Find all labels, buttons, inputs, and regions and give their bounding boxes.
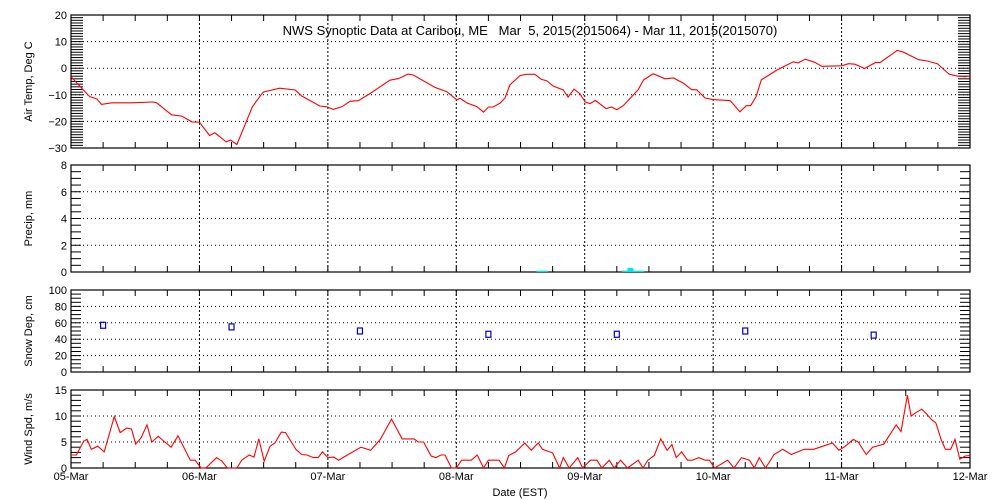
air-temp-series-line bbox=[70, 49, 971, 146]
precip-axis-label: Precip, mm bbox=[23, 191, 35, 247]
y-tick-label: −10 bbox=[48, 90, 67, 102]
x-tick-label: 11-Mar bbox=[825, 471, 859, 483]
y-tick-label: 20 bbox=[55, 10, 67, 22]
precip-bar bbox=[536, 270, 543, 272]
x-tick-label: 07-Mar bbox=[310, 471, 345, 483]
y-tick-label: 40 bbox=[55, 334, 67, 346]
y-tick-label: 0 bbox=[61, 367, 67, 379]
snow-depth-axis-label: Snow Dep, cm bbox=[23, 295, 35, 367]
y-tick-label: 6 bbox=[61, 187, 67, 199]
y-tick-label: 8 bbox=[61, 160, 67, 172]
x-axis-label: Date (EST) bbox=[492, 487, 547, 499]
chart-title: NWS Synoptic Data at Caribou, ME Mar 5, … bbox=[283, 23, 778, 38]
precip-bar bbox=[638, 270, 645, 272]
precip-panel: 0 2 4 6 8 Precip, mm bbox=[23, 160, 971, 279]
plot-frame bbox=[70, 289, 971, 373]
y-tick-label: 80 bbox=[55, 301, 67, 313]
y-tick-label: 10 bbox=[55, 411, 67, 423]
y-tick-label: 15 bbox=[55, 385, 67, 397]
y-tick-label: 5 bbox=[61, 437, 67, 449]
snow-depth-point bbox=[485, 330, 492, 338]
plot-frame bbox=[70, 389, 971, 469]
x-tick-label: 10-Mar bbox=[696, 471, 731, 483]
snow-depth-point bbox=[870, 331, 877, 339]
snow-depth-point bbox=[356, 327, 364, 335]
nws-synoptic-chart: NWS Synoptic Data at Caribou, ME Mar 5, … bbox=[23, 10, 988, 499]
wind-speed-panel: 051015Wind Spd, m/s05-Mar 06-Mar 07-Mar 08-… bbox=[23, 385, 988, 483]
y-tick-label: 60 bbox=[55, 318, 67, 330]
y-tick-label: −20 bbox=[48, 116, 67, 128]
y-tick-label: 0 bbox=[61, 267, 67, 279]
x-tick-label: 08-Mar bbox=[439, 471, 474, 483]
air-temp-axis-label: Air Temp, Deg C bbox=[23, 41, 35, 122]
y-tick-label: 100 bbox=[49, 285, 67, 297]
y-tick-label: 2 bbox=[61, 240, 67, 252]
precip-bar bbox=[622, 270, 629, 272]
wind-speed-series-line bbox=[71, 395, 971, 470]
precip-bar bbox=[627, 267, 634, 272]
wind-speed-axis-label: Wind Spd, m/s bbox=[23, 393, 35, 465]
x-tick-label: 09-Mar bbox=[567, 471, 602, 483]
snow-depth-panel: 0 20 40 60 80 100 Snow Dep, cm bbox=[23, 285, 971, 379]
snow-depth-point bbox=[228, 323, 235, 331]
precip-bar bbox=[541, 270, 548, 272]
x-tick-label: 12-Mar bbox=[953, 471, 988, 483]
y-tick-label: 0 bbox=[61, 63, 67, 75]
y-tick-label: 20 bbox=[55, 351, 67, 363]
snow-depth-point bbox=[613, 330, 620, 338]
y-tick-label: −30 bbox=[48, 143, 67, 155]
snow-depth-point bbox=[742, 327, 749, 335]
y-tick-label: 4 bbox=[61, 214, 67, 226]
x-tick-label: 05-Mar bbox=[54, 471, 89, 483]
precip-bar bbox=[632, 270, 639, 272]
x-tick-label: 06-Mar bbox=[182, 471, 217, 483]
y-tick-label: 10 bbox=[55, 37, 67, 49]
